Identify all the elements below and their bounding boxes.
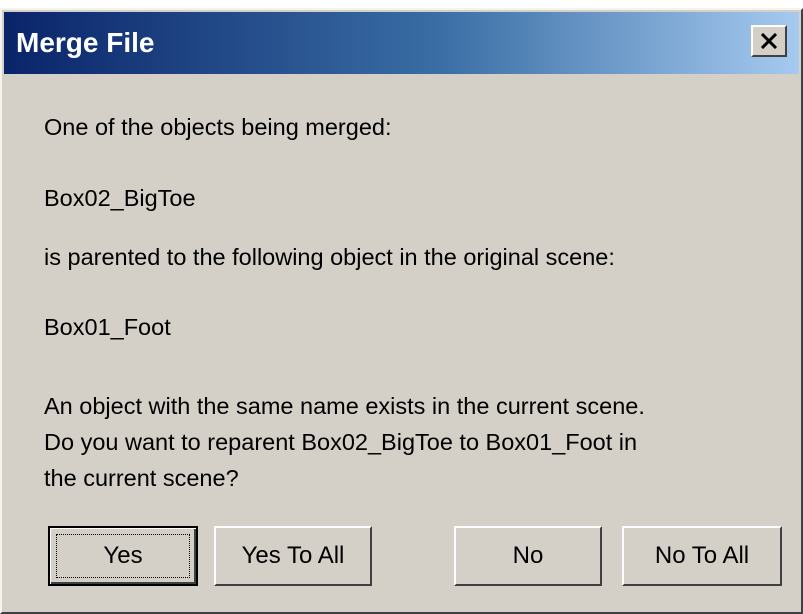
dialog-title: Merge File <box>16 27 155 58</box>
yes-button[interactable]: Yes <box>48 526 198 586</box>
question-line: the current scene? <box>44 465 239 491</box>
question-line: Do you want to reparent Box02_BigToe to … <box>44 429 638 455</box>
close-icon <box>760 33 778 49</box>
message-parent-info: is parented to the following object in t… <box>44 244 615 270</box>
title-bar[interactable]: Merge File <box>4 12 799 74</box>
reparent-question: An object with the same name exists in t… <box>44 388 645 496</box>
no-to-all-button[interactable]: No To All <box>622 526 782 586</box>
yes-to-all-button[interactable]: Yes To All <box>214 526 372 586</box>
close-button[interactable] <box>751 25 787 57</box>
yes-to-all-button-label: Yes To All <box>241 542 345 569</box>
no-button-label: No <box>512 542 544 569</box>
parent-object-name: Box01_Foot <box>44 314 171 340</box>
message-intro: One of the objects being merged: <box>44 114 392 140</box>
merged-object-name: Box02_BigToe <box>44 185 196 211</box>
question-line: An object with the same name exists in t… <box>44 393 645 419</box>
focus-rectangle <box>56 534 190 578</box>
no-button[interactable]: No <box>454 526 602 586</box>
merge-file-dialog: Merge File One of the objects being merg… <box>0 8 803 614</box>
no-to-all-button-label: No To All <box>654 542 750 569</box>
